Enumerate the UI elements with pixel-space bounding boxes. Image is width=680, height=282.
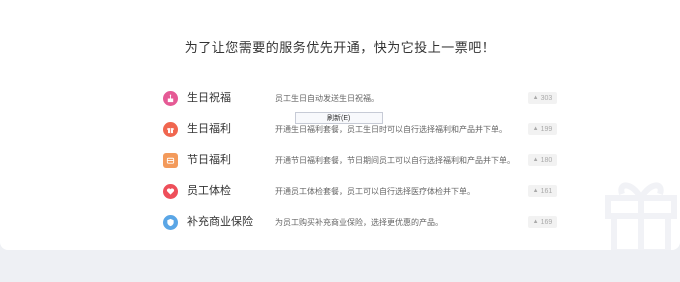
service-name: 生日祝福 (187, 92, 231, 104)
refresh-context-menu-item[interactable]: 刷新(E) (295, 112, 383, 124)
vote-count: 303 (540, 94, 553, 102)
service-name: 员工体检 (187, 185, 231, 197)
service-description: 员工生日自动发送生日祝福。 (275, 94, 379, 103)
service-description: 开通节日福利套餐，节日期间员工可以自行选择福利和产品并下单。 (275, 156, 515, 165)
service-description: 开通员工体检套餐，员工可以自行选择医疗体检并下单。 (275, 187, 475, 196)
holiday-package-icon (163, 153, 178, 168)
service-description: 开通生日福利套餐，员工生日时可以自行选择福利和产品并下单。 (275, 125, 507, 134)
vote-count: 169 (540, 218, 553, 226)
birthday-cake-icon (163, 91, 178, 106)
gift-watermark-icon (605, 182, 677, 250)
vote-arrow-icon: ▲ (532, 95, 539, 101)
service-name: 生日福利 (187, 123, 231, 135)
gift-icon (163, 122, 178, 137)
service-name: 补充商业保险 (187, 216, 253, 228)
vote-button[interactable]: ▲ 161 (528, 185, 557, 197)
heart-health-icon (163, 184, 178, 199)
vote-count: 180 (540, 156, 553, 164)
vote-arrow-icon: ▲ (532, 157, 539, 163)
vote-button[interactable]: ▲ 169 (528, 216, 557, 228)
list-item-commercial-insurance: 补充商业保险 为员工购买补充商业保险，选择更优惠的产品。 ▲ 169 (163, 212, 557, 243)
list-item-employee-checkup: 员工体检 开通员工体检套餐，员工可以自行选择医疗体检并下单。 ▲ 161 (163, 181, 557, 212)
vote-button[interactable]: ▲ 180 (528, 154, 557, 166)
service-name: 节日福利 (187, 154, 231, 166)
vote-arrow-icon: ▲ (532, 126, 539, 132)
list-item-holiday-benefit: 节日福利 开通节日福利套餐，节日期间员工可以自行选择福利和产品并下单。 ▲ 180 (163, 150, 557, 181)
vote-count: 199 (540, 125, 553, 133)
service-description: 为员工购买补充商业保险，选择更优惠的产品。 (275, 218, 443, 227)
shield-insurance-icon (163, 215, 178, 230)
vote-button[interactable]: ▲ 303 (528, 92, 557, 104)
page-background-band (0, 250, 680, 282)
service-vote-card: 为了让您需要的服务优先开通，快为它投上一票吧！ 生日祝福 员工生日自动发送生日祝… (0, 0, 680, 250)
page-title: 为了让您需要的服务优先开通，快为它投上一票吧！ (184, 40, 496, 55)
vote-button[interactable]: ▲ 199 (528, 123, 557, 135)
vote-arrow-icon: ▲ (532, 219, 539, 225)
vote-count: 161 (540, 187, 553, 195)
vote-arrow-icon: ▲ (532, 188, 539, 194)
